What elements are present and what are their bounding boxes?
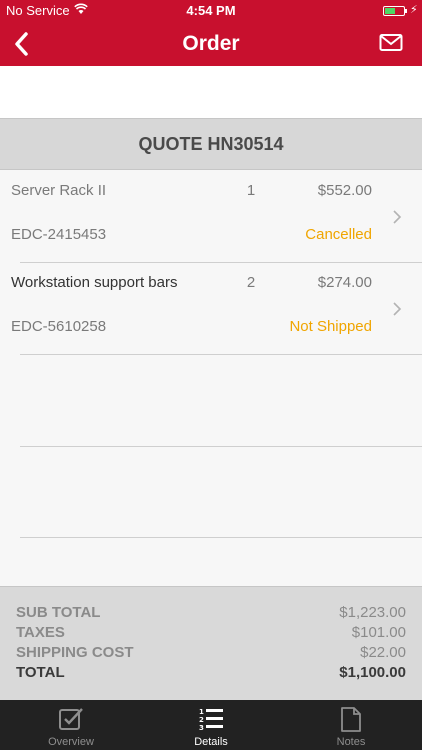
chevron-right-icon	[393, 210, 402, 224]
tab-notes[interactable]: Notes	[281, 700, 421, 750]
svg-text:2: 2	[199, 716, 204, 724]
chevron-right-icon	[393, 302, 402, 316]
status-bar: No Service 4:54 PM ⚡	[0, 0, 422, 22]
item-name: Workstation support bars	[11, 274, 178, 291]
row-divider	[20, 446, 422, 447]
item-price: $552.00	[317, 182, 372, 199]
line-item-row[interactable]: Server Rack II 1 $552.00 EDC-2415453 Can…	[0, 171, 422, 263]
tab-bar: Overview 1 2 3 Details Notes	[0, 700, 422, 750]
line-item-row[interactable]: Workstation support bars 2 $274.00 EDC-5…	[0, 263, 422, 355]
quote-header: QUOTE HN30514	[0, 118, 422, 170]
document-icon	[341, 707, 361, 732]
item-sku: EDC-2415453	[11, 226, 107, 243]
tab-details[interactable]: 1 2 3 Details	[141, 700, 281, 750]
shipping-value: $22.00	[360, 644, 406, 661]
charging-icon: ⚡	[410, 4, 418, 16]
back-chevron-icon[interactable]	[10, 30, 34, 58]
tab-label: Notes	[336, 736, 366, 748]
header-spacer	[0, 66, 422, 118]
battery-icon	[383, 6, 407, 16]
taxes-label: TAXES	[16, 624, 65, 641]
item-sku: EDC-5610258	[11, 318, 107, 335]
clock: 4:54 PM	[186, 3, 236, 18]
order-totals: SUB TOTAL $1,223.00 TAXES $101.00 SHIPPI…	[0, 586, 422, 700]
item-status: Cancelled	[305, 226, 372, 243]
page-title: Order	[182, 32, 240, 55]
sub-total-label: SUB TOTAL	[16, 604, 101, 621]
shipping-label: SHIPPING COST	[16, 644, 134, 661]
total-line: TOTAL $1,100.00	[16, 664, 406, 684]
total-label: TOTAL	[16, 664, 65, 681]
item-status: Not Shipped	[289, 318, 372, 335]
mail-icon[interactable]	[379, 33, 403, 53]
total-value: $1,100.00	[339, 664, 406, 681]
item-quantity: 1	[246, 182, 256, 199]
tab-label: Details	[194, 736, 228, 748]
row-divider	[20, 537, 422, 538]
sub-total-line: SUB TOTAL $1,223.00	[16, 604, 406, 624]
line-items-list: Server Rack II 1 $552.00 EDC-2415453 Can…	[0, 171, 422, 586]
item-quantity: 2	[246, 274, 256, 291]
taxes-line: TAXES $101.00	[16, 624, 406, 644]
sub-total-value: $1,223.00	[339, 604, 406, 621]
item-name: Server Rack II	[11, 182, 107, 199]
numbered-list-icon: 1 2 3	[199, 708, 223, 732]
battery-fill	[385, 8, 395, 14]
row-divider	[20, 354, 422, 355]
svg-text:3: 3	[199, 724, 204, 732]
tab-label: Overview	[48, 736, 94, 748]
svg-text:1: 1	[199, 708, 204, 716]
nav-bar: Order	[0, 22, 422, 66]
item-price: $274.00	[317, 274, 372, 291]
tab-overview[interactable]: Overview	[1, 700, 141, 750]
checkbox-icon	[59, 708, 83, 730]
shipping-line: SHIPPING COST $22.00	[16, 644, 406, 664]
taxes-value: $101.00	[351, 624, 406, 641]
